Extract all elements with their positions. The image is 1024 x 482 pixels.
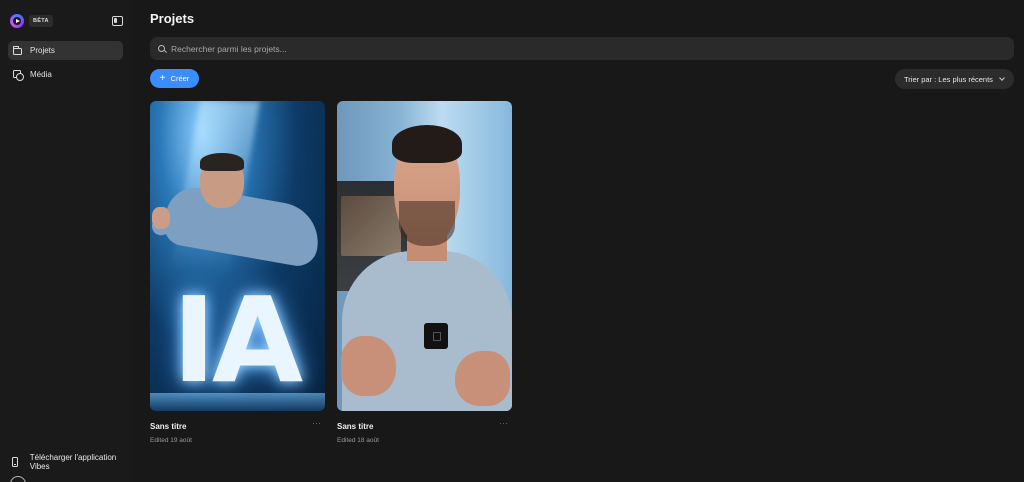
more-options-icon[interactable]: ··· [499,419,509,428]
create-button[interactable]: + Créer [150,69,199,88]
search-icon [158,45,165,52]
project-thumbnail[interactable]: IA [150,101,325,411]
page-title: Projets [150,11,195,26]
project-date: Edited 19 août [150,437,192,444]
phone-icon [12,457,18,467]
download-app-link[interactable]: Télécharger l'application Vibes [12,453,132,471]
create-button-label: Créer [170,74,190,83]
chevron-down-icon [999,75,1005,81]
sidebar-item-label: Projets [30,46,55,55]
vibes-logo-icon[interactable] [10,14,24,28]
media-icon [13,70,24,81]
search-input[interactable] [171,43,871,54]
sidebar-item-projets[interactable]: Projets [8,41,123,60]
more-options-icon[interactable]: ··· [312,419,322,428]
project-thumbnail[interactable] [337,101,512,411]
project-date: Edited 18 août [337,437,379,444]
project-card[interactable]: Sans titre ··· Edited 18 août [337,101,512,444]
sort-dropdown[interactable]: Trier par : Les plus récents [895,69,1014,89]
folder-icon [13,45,22,55]
user-avatar-icon[interactable] [10,476,26,482]
sort-label: Trier par : Les plus récents [904,74,993,84]
beta-badge: BÊTA [29,15,53,27]
download-app-label: Télécharger l'application Vibes [29,453,117,471]
sidebar-item-media[interactable]: Média [8,65,123,84]
project-card[interactable]: IA Sans titre ··· Edited 19 août [150,101,325,444]
sidebar-toggle-icon[interactable] [112,16,123,26]
project-title: Sans titre [337,422,374,431]
plus-icon: + [159,72,166,84]
sidebar-item-label: Média [30,70,52,79]
project-title: Sans titre [150,422,187,431]
sidebar: BÊTA Projets Média Télécharger l'applica… [0,0,132,482]
search-bar[interactable] [150,37,1014,60]
